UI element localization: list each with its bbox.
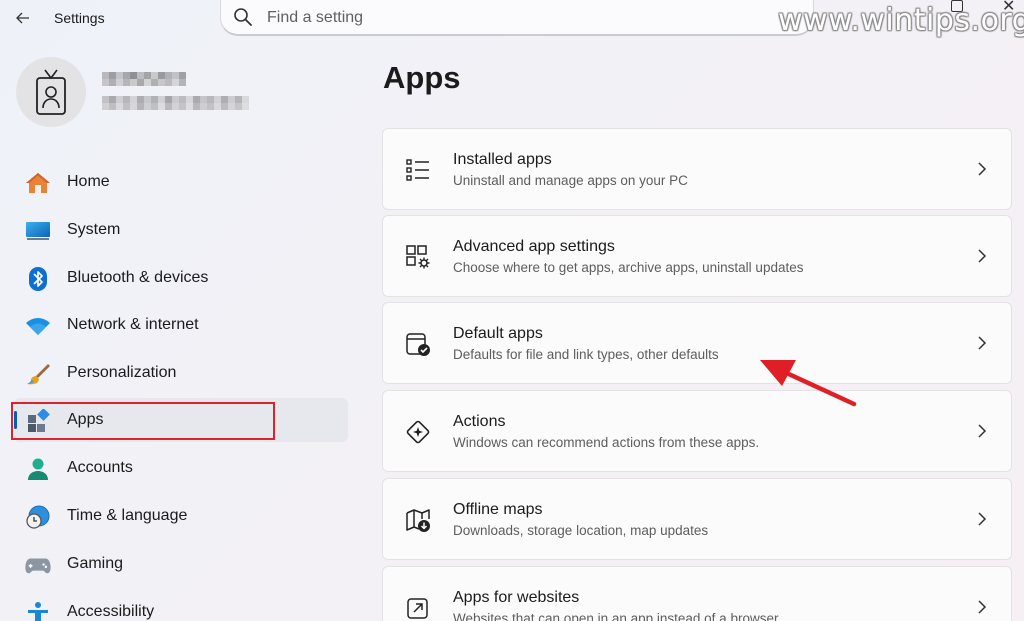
card-advanced-app-settings[interactable]: Advanced app settings Choose where to ge… xyxy=(382,215,1012,297)
account-icon xyxy=(25,456,51,482)
card-title: Apps for websites xyxy=(453,589,580,606)
annotation-arrow xyxy=(760,360,857,407)
card-subtitle: Downloads, storage location, map updates xyxy=(453,523,709,538)
sidebar-item-label: Accessibility xyxy=(67,603,155,620)
chevron-right-icon xyxy=(978,162,987,176)
sidebar-item-label: Accounts xyxy=(67,459,133,476)
chevron-right-icon xyxy=(978,600,987,614)
card-title: Default apps xyxy=(453,325,543,342)
gamepad-icon xyxy=(25,552,51,578)
user-badge-icon xyxy=(36,69,66,115)
sidebar-item-personalization[interactable]: Personalization xyxy=(14,351,348,395)
bluetooth-icon xyxy=(25,266,51,292)
card-title: Advanced app settings xyxy=(453,238,615,255)
sidebar-item-gaming[interactable]: Gaming xyxy=(14,542,348,586)
sidebar-item-label: Bluetooth & devices xyxy=(67,269,209,286)
card-title: Installed apps xyxy=(453,151,552,168)
chevron-right-icon xyxy=(978,512,987,526)
avatar[interactable] xyxy=(16,57,86,127)
card-subtitle: Choose where to get apps, archive apps, … xyxy=(453,260,804,275)
system-icon xyxy=(25,218,51,244)
open-in-app-icon xyxy=(407,598,428,619)
sidebar-item-system[interactable]: System xyxy=(14,208,348,252)
actions-icon xyxy=(406,420,430,444)
wifi-icon xyxy=(25,313,51,339)
search-box[interactable] xyxy=(220,0,814,36)
card-apps-for-websites[interactable]: Apps for websites Websites that can open… xyxy=(382,566,1012,621)
card-subtitle: Uninstall and manage apps on your PC xyxy=(453,173,688,188)
sidebar-item-accessibility[interactable]: Accessibility xyxy=(14,590,348,621)
card-default-apps[interactable]: Default apps Defaults for file and link … xyxy=(382,302,1012,384)
sidebar-item-label: Time & language xyxy=(67,507,188,524)
sidebar-item-label: Home xyxy=(67,173,110,190)
sidebar-item-label: Personalization xyxy=(67,364,177,381)
page-title: Apps xyxy=(383,60,461,95)
list-icon xyxy=(406,159,429,181)
app-title: Settings xyxy=(54,10,105,26)
profile-email-blurred xyxy=(102,96,252,110)
card-actions[interactable]: Actions Windows can recommend actions fr… xyxy=(382,390,1012,472)
sidebar-item-time-language[interactable]: Time & language xyxy=(14,494,348,538)
clock-globe-icon xyxy=(25,504,51,530)
annotation-highlight-box xyxy=(11,402,275,440)
sidebar-item-bluetooth[interactable]: Bluetooth & devices xyxy=(14,256,348,300)
search-input[interactable] xyxy=(267,6,787,30)
back-arrow-icon xyxy=(16,12,29,24)
sidebar-item-label: Network & internet xyxy=(67,316,199,333)
sidebar-item-network[interactable]: Network & internet xyxy=(14,303,348,347)
brush-icon xyxy=(25,361,51,387)
map-download-icon xyxy=(406,509,430,532)
chevron-right-icon xyxy=(978,424,987,438)
card-subtitle: Websites that can open in an app instead… xyxy=(453,611,779,621)
accessibility-icon xyxy=(25,600,51,621)
sidebar-item-label: System xyxy=(67,221,121,238)
card-subtitle: Windows can recommend actions from these… xyxy=(453,435,760,450)
watermark: www.wintips.org xyxy=(778,3,1024,38)
default-apps-icon xyxy=(406,333,430,356)
chevron-right-icon xyxy=(978,249,987,263)
profile-name-blurred xyxy=(102,72,186,86)
app-settings-icon xyxy=(406,245,430,269)
back-button[interactable] xyxy=(8,4,38,32)
home-icon xyxy=(25,170,51,196)
card-title: Actions xyxy=(453,413,506,430)
card-offline-maps[interactable]: Offline maps Downloads, storage location… xyxy=(382,478,1012,560)
sidebar-item-accounts[interactable]: Accounts xyxy=(14,446,348,490)
card-title: Offline maps xyxy=(453,501,543,518)
sidebar-item-home[interactable]: Home xyxy=(14,160,348,204)
chevron-right-icon xyxy=(978,336,987,350)
search-icon xyxy=(234,8,252,26)
sidebar-item-label: Gaming xyxy=(67,555,124,572)
title-bar: Settings ✕ www.wintips.org xyxy=(0,0,1024,38)
card-subtitle: Defaults for file and link types, other … xyxy=(453,347,719,362)
card-installed-apps[interactable]: Installed apps Uninstall and manage apps… xyxy=(382,128,1012,210)
